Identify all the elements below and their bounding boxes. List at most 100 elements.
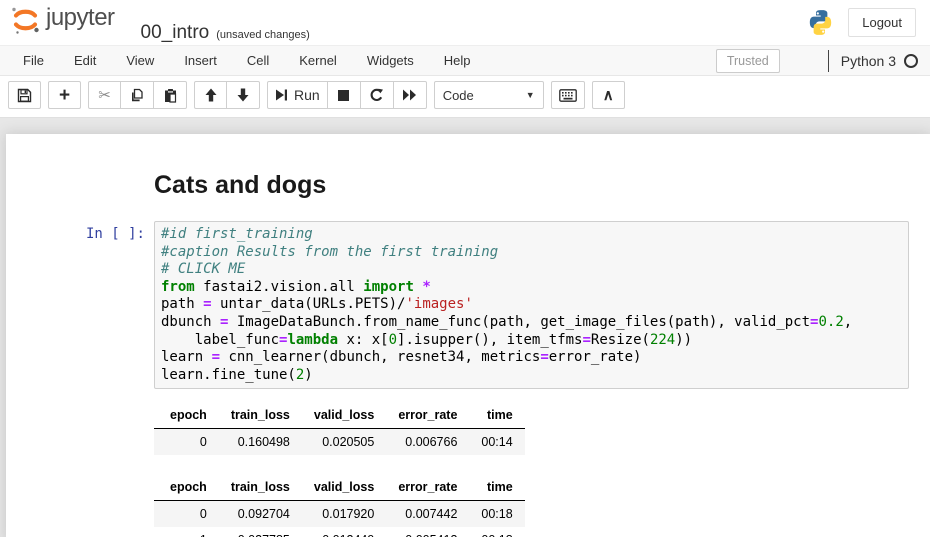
kernel-idle-icon bbox=[904, 54, 918, 68]
run-button[interactable]: Run bbox=[267, 81, 328, 109]
kernel-name: Python 3 bbox=[841, 53, 896, 69]
scissors-icon: ✂ bbox=[98, 86, 111, 104]
code-line: #caption Results from the first training bbox=[161, 244, 902, 262]
training-progress-table-2: epochtrain_lossvalid_losserror_ratetime0… bbox=[154, 474, 525, 537]
code-content: #id first_training#caption Results from … bbox=[161, 226, 902, 384]
menu-item-widgets[interactable]: Widgets bbox=[352, 46, 429, 75]
column-header-epoch: epoch bbox=[154, 402, 219, 429]
brand-text: jupyter bbox=[46, 4, 115, 32]
code-line: learn.fine_tune(2) bbox=[161, 367, 902, 385]
code-line: path = untar_data(URLs.PETS)/'images' bbox=[161, 296, 902, 314]
menu-item-edit[interactable]: Edit bbox=[59, 46, 111, 75]
run-label: Run bbox=[294, 87, 320, 103]
menubar: FileEditViewInsertCellKernelWidgetsHelp … bbox=[0, 45, 930, 76]
restart-run-all-button[interactable] bbox=[394, 81, 427, 109]
column-header-time: time bbox=[469, 402, 524, 429]
column-header-time: time bbox=[469, 474, 524, 501]
table-cell: 0.017920 bbox=[302, 501, 386, 528]
toolbar-collapse-button[interactable]: ∧ bbox=[592, 81, 625, 109]
code-input-area[interactable]: #id first_training#caption Results from … bbox=[154, 221, 909, 389]
table-cell: 00:18 bbox=[469, 501, 524, 528]
restart-kernel-button[interactable] bbox=[361, 81, 394, 109]
cut-cell-button[interactable]: ✂ bbox=[88, 81, 121, 109]
stop-icon bbox=[337, 89, 350, 102]
code-line: from fastai2.vision.all import * bbox=[161, 279, 902, 297]
notebook-container: Cats and dogs In [ ]: #id first_training… bbox=[6, 134, 930, 537]
arrow-down-icon bbox=[236, 88, 250, 102]
jupyter-logo-icon bbox=[8, 2, 42, 38]
paste-cell-button[interactable] bbox=[154, 81, 187, 109]
copy-icon bbox=[130, 88, 145, 103]
table-row: 00.0927040.0179200.00744200:18 bbox=[154, 501, 525, 528]
chevron-up-icon: ∧ bbox=[603, 86, 614, 104]
step-forward-icon bbox=[275, 88, 288, 102]
table-cell: 0.006766 bbox=[386, 429, 469, 456]
outputs: epochtrain_lossvalid_losserror_ratetime0… bbox=[154, 402, 930, 537]
code-line: # CLICK ME bbox=[161, 261, 902, 279]
table-cell: 0.007442 bbox=[386, 501, 469, 528]
code-cell[interactable]: In [ ]: #id first_training#caption Resul… bbox=[6, 221, 930, 389]
app-header: jupyter 00_intro (unsaved changes) Logou… bbox=[0, 0, 930, 45]
table-cell: 0.005413 bbox=[386, 527, 469, 537]
notebook-title[interactable]: 00_intro bbox=[141, 22, 210, 44]
copy-cell-button[interactable] bbox=[121, 81, 154, 109]
table-cell: 0.027785 bbox=[219, 527, 302, 537]
table-row: 10.0277850.0124490.00541300:18 bbox=[154, 527, 525, 537]
column-header-train_loss: train_loss bbox=[219, 474, 302, 501]
cell-type-select[interactable]: Code ▼ bbox=[434, 81, 544, 109]
paste-icon bbox=[163, 88, 178, 103]
menu-item-insert[interactable]: Insert bbox=[169, 46, 232, 75]
save-status: (unsaved changes) bbox=[216, 29, 310, 41]
table-cell: 0 bbox=[154, 501, 219, 528]
column-header-error_rate: error_rate bbox=[386, 474, 469, 501]
menu-item-help[interactable]: Help bbox=[429, 46, 486, 75]
column-header-train_loss: train_loss bbox=[219, 402, 302, 429]
python-logo-icon bbox=[807, 9, 834, 36]
markdown-heading: Cats and dogs bbox=[154, 171, 930, 200]
column-header-valid_loss: valid_loss bbox=[302, 474, 386, 501]
command-palette-button[interactable] bbox=[551, 81, 585, 109]
table-cell: 1 bbox=[154, 527, 219, 537]
table-cell: 0.020505 bbox=[302, 429, 386, 456]
training-progress-table-1: epochtrain_lossvalid_losserror_ratetime0… bbox=[154, 402, 525, 455]
table-cell: 00:18 bbox=[469, 527, 524, 537]
keyboard-icon bbox=[559, 89, 577, 102]
table-cell: 0.160498 bbox=[219, 429, 302, 456]
fast-forward-icon bbox=[402, 88, 417, 102]
toolbar: + ✂ bbox=[0, 76, 930, 117]
notebook-background: Cats and dogs In [ ]: #id first_training… bbox=[0, 117, 930, 537]
trusted-button[interactable]: Trusted bbox=[716, 49, 780, 73]
code-line: dbunch = ImageDataBunch.from_name_func(p… bbox=[161, 314, 902, 332]
column-header-error_rate: error_rate bbox=[386, 402, 469, 429]
code-line: learn = cnn_learner(dbunch, resnet34, me… bbox=[161, 349, 902, 367]
plus-icon: + bbox=[59, 86, 70, 105]
add-cell-button[interactable]: + bbox=[48, 81, 81, 109]
refresh-icon bbox=[369, 88, 384, 103]
menu-item-file[interactable]: File bbox=[8, 46, 59, 75]
table-row: 00.1604980.0205050.00676600:14 bbox=[154, 429, 525, 456]
interrupt-kernel-button[interactable] bbox=[328, 81, 361, 109]
move-cell-up-button[interactable] bbox=[194, 81, 227, 109]
arrow-up-icon bbox=[204, 88, 218, 102]
logout-button[interactable]: Logout bbox=[848, 8, 916, 37]
column-header-valid_loss: valid_loss bbox=[302, 402, 386, 429]
table-cell: 00:14 bbox=[469, 429, 524, 456]
code-line: #id first_training bbox=[161, 226, 902, 244]
menu-item-view[interactable]: View bbox=[111, 46, 169, 75]
code-line: label_func=lambda x: x[0].isupper(), ite… bbox=[161, 332, 902, 350]
menu-item-cell[interactable]: Cell bbox=[232, 46, 284, 75]
save-icon bbox=[17, 88, 32, 103]
jupyter-logo[interactable]: jupyter bbox=[8, 2, 115, 38]
cell-type-value: Code bbox=[443, 88, 474, 103]
table-cell: 0.092704 bbox=[219, 501, 302, 528]
table-cell: 0 bbox=[154, 429, 219, 456]
table-cell: 0.012449 bbox=[302, 527, 386, 537]
save-button[interactable] bbox=[8, 81, 41, 109]
cell-prompt: In [ ]: bbox=[6, 221, 154, 389]
move-cell-down-button[interactable] bbox=[227, 81, 260, 109]
chevron-down-icon: ▼ bbox=[526, 90, 535, 100]
menu-item-kernel[interactable]: Kernel bbox=[284, 46, 352, 75]
menubar-divider bbox=[828, 50, 829, 72]
menu-list: FileEditViewInsertCellKernelWidgetsHelp bbox=[8, 46, 486, 75]
column-header-epoch: epoch bbox=[154, 474, 219, 501]
